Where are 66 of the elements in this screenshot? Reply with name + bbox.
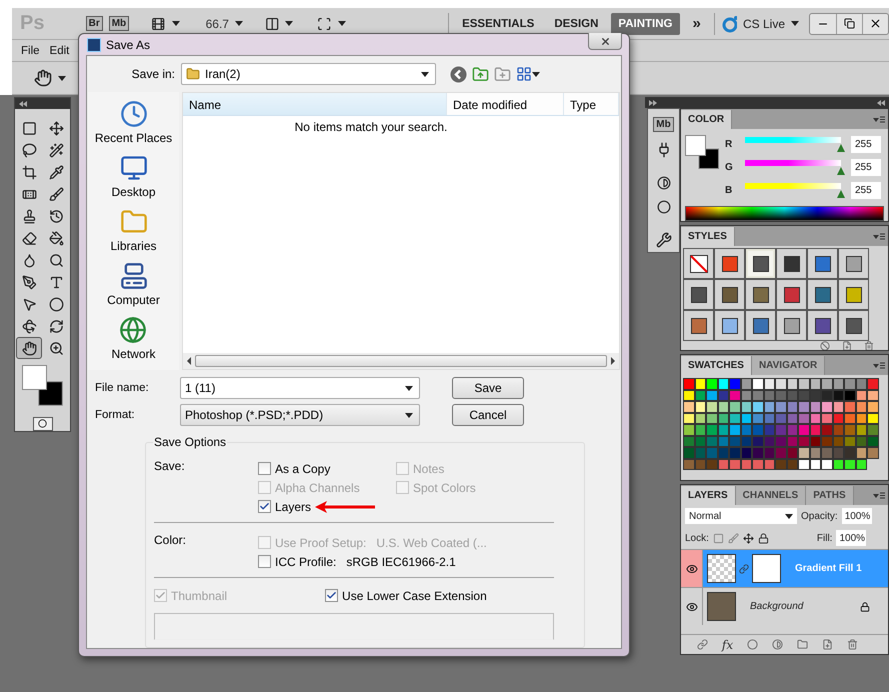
file-name-label: File name:	[94, 382, 150, 394]
column-header[interactable]: Date modified	[447, 93, 564, 115]
opacity-label: Opacity:	[801, 510, 838, 522]
place-item[interactable]: Network	[111, 316, 156, 370]
save-label: Save:	[154, 459, 186, 475]
checkbox-label: Use Lower Case Extension	[342, 588, 487, 602]
panel-tab[interactable]: PATHS	[806, 486, 854, 505]
checkbox-label: Thumbnail	[171, 588, 228, 602]
mini-bridge-button[interactable]: Mb	[108, 16, 130, 31]
checkbox-label: Spot Colors	[413, 480, 476, 494]
channel-label: G	[725, 162, 734, 173]
panel-tab[interactable]: LAYERS	[681, 486, 736, 505]
save-in-dropdown[interactable]: Iran(2)	[181, 63, 436, 85]
checkbox-label: Alpha Channels	[275, 480, 360, 494]
checkbox-label: Use Proof Setup:	[275, 536, 366, 550]
channel-label: R	[725, 139, 734, 150]
place-item[interactable]: Recent Places	[94, 100, 172, 154]
group-legend: Save Options	[153, 435, 228, 449]
format-dropdown[interactable]: Photoshop (*.PSD;*.PDD)	[180, 404, 420, 426]
profile-value: U.S. Web Coated (...	[376, 536, 487, 550]
place-item[interactable]: Desktop	[111, 154, 156, 208]
channel-value-field[interactable]: 255	[851, 136, 881, 153]
panel-tab[interactable]: STYLES	[681, 227, 735, 246]
workspace-tab[interactable]: DESIGN	[547, 12, 606, 34]
cs-live-label[interactable]: CS Live	[743, 16, 786, 30]
checkbox-label: As a Copy	[275, 462, 330, 476]
lock-label: Lock:	[685, 532, 709, 544]
layer-name: Background	[750, 601, 804, 612]
color-label: Color:	[154, 533, 188, 549]
checkbox-label: Layers	[275, 500, 312, 514]
channel-value-field[interactable]: 255	[851, 182, 881, 199]
column-header[interactable]: Name	[183, 93, 447, 115]
panel-tab[interactable]: SWATCHES	[681, 356, 752, 375]
file-name-field[interactable]: 1 (11)	[180, 377, 420, 399]
place-item[interactable]: Libraries	[110, 208, 157, 262]
opacity-field[interactable]: 100%	[842, 508, 872, 524]
checkbox-label: Notes	[413, 462, 444, 476]
empty-message: No items match your search.	[294, 120, 448, 136]
workspace-tab[interactable]: ESSENTIALS	[455, 12, 542, 34]
fill-field[interactable]: 100%	[836, 530, 866, 546]
layer-name: Gradient Fill 1	[795, 563, 862, 574]
dialog-title: Save As	[106, 38, 150, 52]
zoom-level[interactable]: 66.7	[206, 16, 229, 30]
layer-row[interactable]: Background	[681, 587, 888, 625]
more-workspaces-button[interactable]: »	[686, 10, 708, 37]
channel-label: B	[725, 185, 734, 196]
cancel-button[interactable]: Cancel	[452, 404, 524, 426]
fill-label: Fill:	[816, 532, 832, 544]
blend-mode-dropdown[interactable]: Normal	[685, 508, 797, 524]
menu-item[interactable]: File	[18, 44, 43, 56]
place-item[interactable]: Computer	[107, 262, 160, 316]
profile-value: sRGB IEC61966-2.1	[346, 554, 456, 568]
channel-value-field[interactable]: 255	[851, 159, 881, 176]
mini-bridge-button[interactable]: Mb	[653, 117, 674, 132]
save-in-label: Save in:	[130, 67, 176, 81]
bridge-button[interactable]: Br	[86, 16, 103, 31]
panel-tab[interactable]: COLOR	[681, 110, 732, 129]
format-label: Format:	[94, 409, 136, 421]
menu-item[interactable]: Edit	[46, 44, 72, 56]
save-button[interactable]: Save	[452, 377, 524, 399]
panel-tab[interactable]: CHANNELS	[736, 486, 806, 505]
workspace-tab[interactable]: PAINTING	[611, 12, 680, 34]
panel-tab[interactable]: NAVIGATOR	[752, 356, 826, 375]
checkbox-label: ICC Profile:	[275, 554, 336, 568]
column-header[interactable]: Type	[564, 93, 619, 115]
layer-style-button[interactable]: fx	[722, 638, 734, 652]
